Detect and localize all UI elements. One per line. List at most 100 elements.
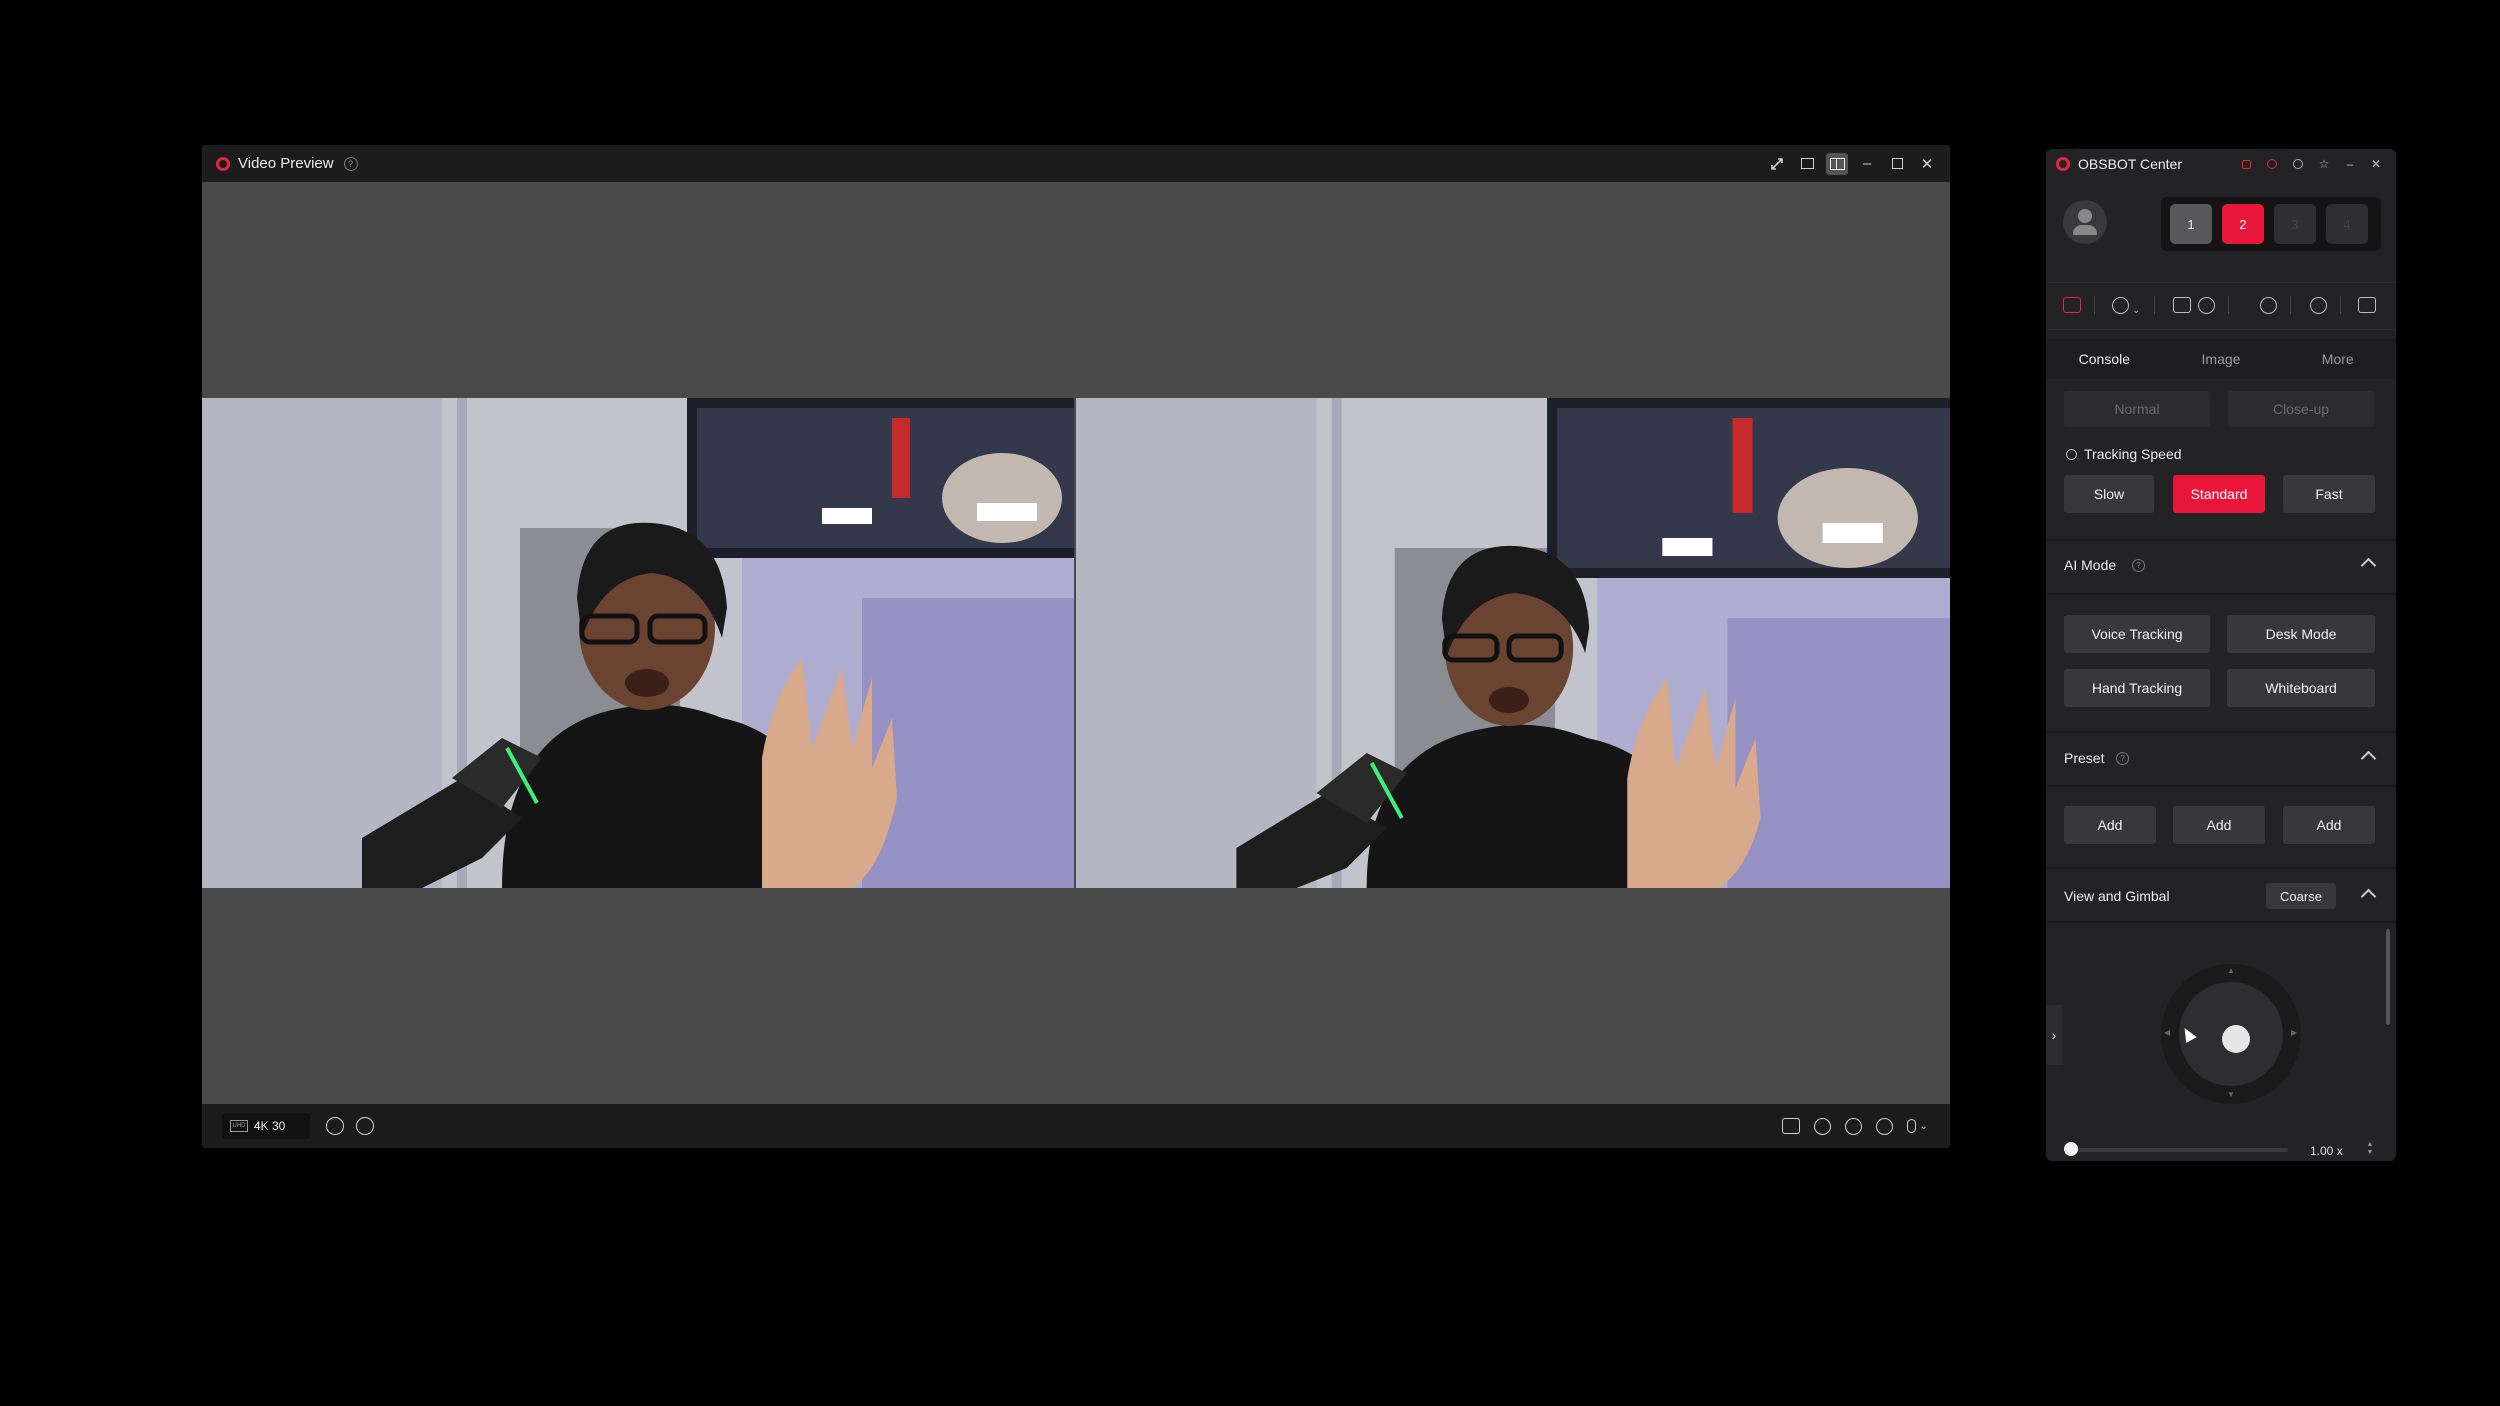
tracking-icon[interactable] <box>1813 1117 1831 1135</box>
gimbal-icon[interactable] <box>1875 1117 1893 1135</box>
zoom-value: 1.00 x <box>2310 1144 2343 1158</box>
camera-feed-1-image <box>202 398 1074 888</box>
obsbot-title: OBSBOT Center <box>2078 156 2183 172</box>
zoom-slider-thumb[interactable] <box>2064 1142 2078 1156</box>
arrow-down-icon: ▼ <box>2227 1090 2235 1099</box>
zoom-slider[interactable] <box>2068 1148 2288 1152</box>
desk-mode-button[interactable]: Desk Mode <box>2227 615 2375 653</box>
avatar[interactable] <box>2063 200 2107 244</box>
arrow-up-icon: ▲ <box>2227 966 2235 975</box>
divider <box>2290 296 2291 314</box>
device-button-3[interactable]: 3 <box>2274 204 2316 244</box>
settings-icon[interactable] <box>2290 156 2306 172</box>
layout-split-icon <box>1829 157 1845 170</box>
hand-tracking-button[interactable]: Hand Tracking <box>2064 669 2210 707</box>
preset-add-button-2[interactable]: Add <box>2173 806 2265 844</box>
tab-image[interactable]: Image <box>2163 339 2280 379</box>
collapse-icon[interactable] <box>2358 297 2376 313</box>
record-icon[interactable] <box>2264 156 2280 172</box>
divider <box>2340 296 2341 314</box>
resolution-badge[interactable]: UHD 4K 30 <box>222 1113 310 1139</box>
framing-normal-button[interactable]: Normal <box>2064 391 2210 427</box>
help-icon[interactable]: ? <box>2116 752 2129 765</box>
power-icon[interactable] <box>2112 297 2129 314</box>
divider <box>2046 867 2396 869</box>
gimbal-icon[interactable] <box>2310 297 2327 314</box>
preset-add-button-3[interactable]: Add <box>2283 806 2375 844</box>
divider <box>2046 593 2396 595</box>
minimize-icon[interactable]: – <box>1856 153 1878 175</box>
device-button-1[interactable]: 1 <box>2170 204 2212 244</box>
voice-tracking-button[interactable]: Voice Tracking <box>2064 615 2210 653</box>
layout-single-button[interactable] <box>1796 153 1818 175</box>
camera-feed-2[interactable] <box>1076 398 1950 888</box>
speed-slow-button[interactable]: Slow <box>2064 475 2154 513</box>
whiteboard-button[interactable]: Whiteboard <box>2227 669 2375 707</box>
divider <box>2046 921 2396 923</box>
help-icon[interactable]: ? <box>343 156 358 171</box>
preset-add-button-1[interactable]: Add <box>2064 806 2156 844</box>
refresh-icon[interactable] <box>2260 297 2277 314</box>
device-selector: 1 2 3 4 <box>2161 197 2381 251</box>
app-logo-icon <box>216 156 230 171</box>
video-preview-window: Video Preview ? – ✕ UHD 4K 30 ⌄ <box>202 145 1950 1148</box>
layout-single-icon <box>1800 158 1814 169</box>
camera-feed-1[interactable] <box>202 398 1074 888</box>
chevron-down-icon[interactable]: ⌄ <box>1920 1121 1928 1132</box>
uhd-icon: UHD <box>230 1120 248 1132</box>
close-icon[interactable]: ✕ <box>2368 156 2384 172</box>
video-preview-title: Video Preview <box>238 155 334 172</box>
obsbot-titlebar: OBSBOT Center ☆ – ✕ <box>2046 149 2396 179</box>
rotate-left-icon[interactable] <box>326 1117 344 1135</box>
refresh-icon[interactable] <box>1844 1117 1862 1135</box>
arrow-left-icon: ◀ <box>2164 1028 2171 1037</box>
framing-closeup-button[interactable]: Close-up <box>2228 391 2374 427</box>
chevron-down-icon[interactable]: ⌄ <box>2132 305 2140 316</box>
device-button-2[interactable]: 2 <box>2222 204 2264 244</box>
coarse-mode-button[interactable]: Coarse <box>2266 883 2336 909</box>
snapshot-icon[interactable] <box>2238 156 2254 172</box>
expand-panel-button[interactable]: › <box>2046 1005 2062 1065</box>
tab-more[interactable]: More <box>2279 339 2396 379</box>
tracking-icon[interactable] <box>2198 297 2215 314</box>
close-icon[interactable]: ✕ <box>1916 153 1938 175</box>
maximize-icon[interactable] <box>1886 153 1908 175</box>
video-statusbar: UHD 4K 30 ⌄ <box>202 1104 1950 1148</box>
divider <box>2228 296 2229 314</box>
obsbot-center-window: OBSBOT Center ☆ – ✕ 1 2 3 4 ⌄ Console Im… <box>2046 149 2396 1161</box>
rotate-right-icon[interactable] <box>356 1117 374 1135</box>
tool-row: ⌄ <box>2046 282 2396 330</box>
device-button-4[interactable]: 4 <box>2326 204 2368 244</box>
ai-mode-label: AI Mode <box>2064 557 2117 573</box>
camera-feed-2-image <box>1076 398 1950 888</box>
speed-standard-button[interactable]: Standard <box>2173 475 2265 513</box>
arrow-right-icon: ▶ <box>2291 1028 2298 1037</box>
clock-icon <box>2066 449 2077 460</box>
divider <box>2046 785 2396 787</box>
camera-snapshot-icon[interactable] <box>2063 297 2081 313</box>
obsbot-window-controls: ☆ – ✕ <box>2238 149 2384 179</box>
microphone-icon[interactable] <box>1906 1119 1916 1133</box>
pin-icon[interactable]: ☆ <box>2316 156 2332 172</box>
collapse-view-gimbal-icon[interactable] <box>2360 888 2377 905</box>
camera-icon[interactable] <box>2173 297 2191 313</box>
divider <box>2154 296 2155 314</box>
layout-split-button[interactable] <box>1826 152 1848 175</box>
tab-bar: Console Image More <box>2046 339 2396 379</box>
camera-icon[interactable] <box>1781 1118 1800 1134</box>
help-icon[interactable]: ? <box>2132 559 2145 572</box>
minimize-icon[interactable]: – <box>2342 156 2358 172</box>
collapse-ai-mode-icon[interactable] <box>2360 557 2377 574</box>
collapse-preset-icon[interactable] <box>2360 750 2377 767</box>
joystick-knob[interactable] <box>2222 1025 2250 1053</box>
window-controls: – ✕ <box>1766 145 1938 182</box>
tracking-speed-label: Tracking Speed <box>2084 446 2182 462</box>
statusbar-tools: ⌄ <box>1781 1104 1928 1148</box>
divider <box>2094 296 2095 314</box>
fullscreen-icon[interactable] <box>1766 153 1788 175</box>
speed-fast-button[interactable]: Fast <box>2283 475 2375 513</box>
tab-console[interactable]: Console <box>2046 339 2163 379</box>
zoom-stepper[interactable]: ▲ ▼ <box>2366 1141 2374 1159</box>
video-stage <box>202 182 1950 1104</box>
scrollbar[interactable] <box>2386 929 2390 1025</box>
